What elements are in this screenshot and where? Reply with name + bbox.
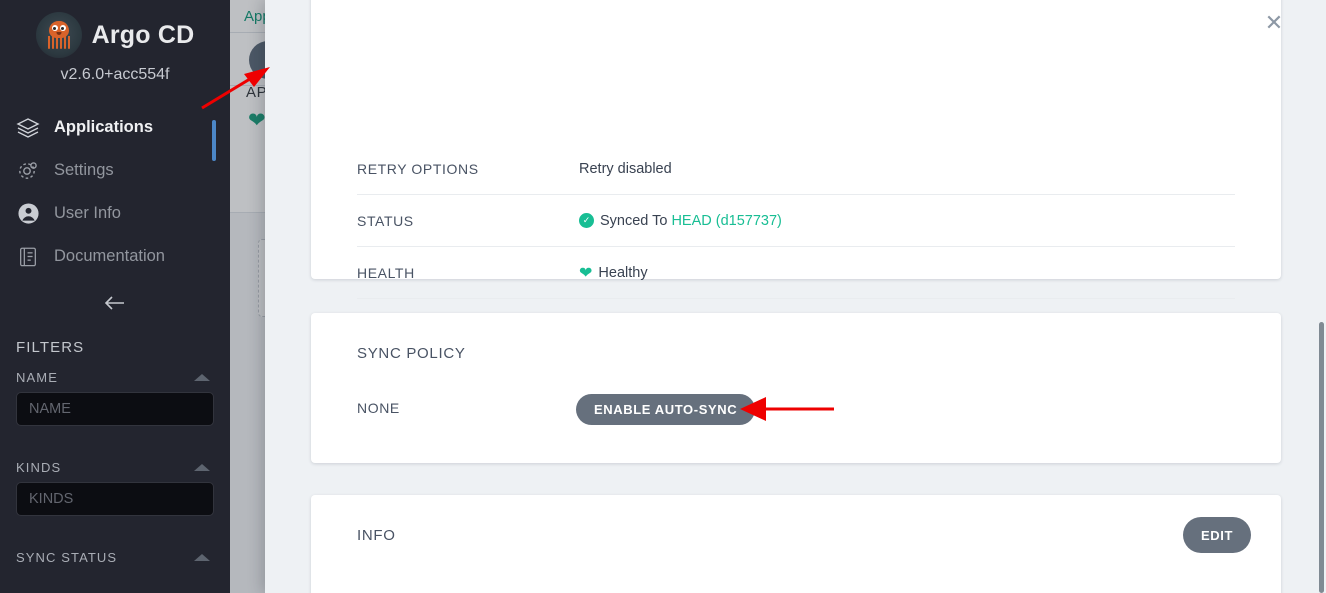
brand-header[interactable]: Argo CD xyxy=(0,0,230,58)
sidebar-nav: Applications Settings User Info xyxy=(0,106,230,278)
sync-policy-value: NONE xyxy=(357,400,400,416)
sidebar-item-settings[interactable]: Settings xyxy=(0,149,230,192)
filter-kinds-header[interactable]: KINDS xyxy=(16,446,214,482)
caret-up-icon[interactable] xyxy=(194,374,210,381)
sync-policy-card: SYNC POLICY NONE ENABLE AUTO-SYNC xyxy=(311,313,1281,463)
sidebar-item-label: User Info xyxy=(54,204,121,223)
row-status: STATUS ✓ Synced To HEAD (d157737) xyxy=(357,195,1235,247)
filter-sync-status-header[interactable]: SYNC STATUS xyxy=(16,536,214,572)
filter-name-header[interactable]: NAME xyxy=(16,356,214,392)
filter-name-input[interactable] xyxy=(16,392,214,426)
revision-link[interactable]: HEAD (d157737) xyxy=(671,213,781,229)
caret-up-icon[interactable] xyxy=(194,554,210,561)
argo-octopus-logo-icon xyxy=(36,12,82,58)
row-value: ✓ Synced To HEAD (d157737) xyxy=(579,213,782,229)
filter-kinds-label: KINDS xyxy=(16,460,61,475)
check-circle-icon: ✓ xyxy=(579,213,594,228)
filter-sync-status: SYNC STATUS xyxy=(0,536,230,572)
caret-up-icon[interactable] xyxy=(194,464,210,471)
sidebar-item-label: Applications xyxy=(54,118,153,137)
user-circle-icon xyxy=(14,201,42,227)
summary-card: RETRY OPTIONS Retry disabled STATUS ✓ Sy… xyxy=(311,0,1281,279)
layers-icon xyxy=(14,115,42,141)
arrow-left-icon xyxy=(102,294,128,312)
filter-name-label: NAME xyxy=(16,370,58,385)
enable-auto-sync-button[interactable]: ENABLE AUTO-SYNC xyxy=(576,394,755,425)
sidebar-item-documentation[interactable]: Documentation xyxy=(0,235,230,278)
row-label: STATUS xyxy=(357,213,579,229)
sidebar-item-user-info[interactable]: User Info xyxy=(0,192,230,235)
filter-sync-status-label: SYNC STATUS xyxy=(16,550,117,565)
sidebar-collapse-button[interactable] xyxy=(0,294,230,317)
filter-kinds: KINDS xyxy=(0,446,230,516)
health-text: Healthy xyxy=(598,265,647,281)
row-label: HEALTH xyxy=(357,265,579,281)
info-title: INFO xyxy=(357,527,396,544)
application-details-modal: ✕ RETRY OPTIONS Retry disabled STATUS ✓ … xyxy=(265,0,1326,593)
arrow-pointing-to-info-button xyxy=(196,58,286,114)
close-icon[interactable]: ✕ xyxy=(1261,11,1287,37)
brand-title: Argo CD xyxy=(92,21,195,50)
filter-name: NAME xyxy=(0,356,230,426)
book-icon xyxy=(14,244,42,270)
vertical-scrollbar-thumb[interactable] xyxy=(1319,322,1324,593)
active-nav-indicator xyxy=(212,120,216,161)
sidebar-item-label: Documentation xyxy=(54,247,165,266)
filter-kinds-input[interactable] xyxy=(16,482,214,516)
row-value: Retry disabled xyxy=(579,161,672,177)
row-label: RETRY OPTIONS xyxy=(357,161,579,177)
heart-icon: ❤ xyxy=(579,263,592,283)
sidebar-item-label: Settings xyxy=(54,161,114,180)
sync-policy-title: SYNC POLICY xyxy=(357,345,466,362)
status-text: Synced To xyxy=(600,213,667,229)
row-value: ❤ Healthy xyxy=(579,263,648,283)
row-health: HEALTH ❤ Healthy xyxy=(357,247,1235,299)
edit-button[interactable]: EDIT xyxy=(1183,517,1251,553)
info-card: INFO EDIT xyxy=(311,495,1281,593)
row-retry-options: RETRY OPTIONS Retry disabled xyxy=(357,143,1235,195)
filters-title: FILTERS xyxy=(0,317,230,356)
arrow-pointing-to-enable-sync xyxy=(732,394,838,424)
gear-icon xyxy=(14,158,42,184)
